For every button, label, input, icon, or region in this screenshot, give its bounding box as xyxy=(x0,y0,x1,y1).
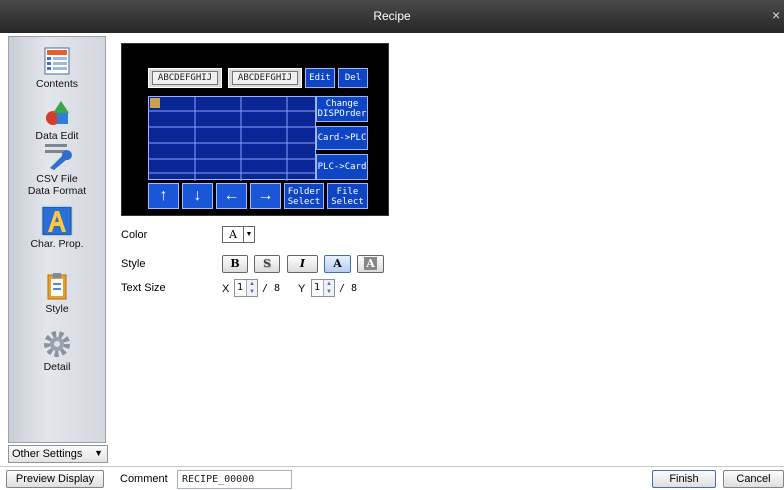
close-icon[interactable]: × xyxy=(772,7,784,23)
sidebar-item-style[interactable]: Style xyxy=(9,272,105,315)
sidebar-item-label: CSV File Data Format xyxy=(27,173,87,197)
shadow-button[interactable]: S xyxy=(254,255,280,273)
size-y-label: Y xyxy=(298,283,306,295)
preview-plc-card-button: PLC->Card xyxy=(316,154,368,180)
style-label: Style xyxy=(121,258,146,270)
recipe-preview: ABCDEFGHIJ ABCDEFGHIJ Edit Del Change DI… xyxy=(121,43,389,216)
size-x-denominator: / 8 xyxy=(262,283,281,294)
data-edit-icon xyxy=(46,101,69,125)
text-size-label: Text Size xyxy=(121,282,166,294)
sidebar-item-contents[interactable]: Contents xyxy=(9,47,105,90)
size-y-stepper[interactable]: 1 ▲ ▼ xyxy=(311,279,335,297)
sidebar-item-data-edit[interactable]: Data Edit xyxy=(9,99,105,142)
preview-table-grid xyxy=(148,96,317,181)
preview-change-order-button: Change DISPOrder xyxy=(316,96,368,122)
wrench-icon xyxy=(45,144,72,170)
color-swatch-button[interactable]: A xyxy=(222,226,244,243)
outline-button[interactable]: A xyxy=(324,255,351,273)
comment-label: Comment xyxy=(120,473,168,485)
bold-button[interactable]: B xyxy=(222,255,248,273)
spin-icon[interactable]: ▲ ▼ xyxy=(323,280,334,296)
size-y-value: 1 xyxy=(314,282,321,293)
sidebar: Contents Data Edit CSV File Data Format xyxy=(8,36,106,443)
sidebar-item-label: Style xyxy=(45,303,69,315)
sidebar-item-label: Char. Prop. xyxy=(30,238,84,250)
raised-text-glyph: A xyxy=(364,257,377,270)
size-x-stepper[interactable]: 1 ▲ ▼ xyxy=(234,279,258,297)
preview-chip-text: ABCDEFGHIJ xyxy=(152,71,218,85)
other-settings-dropdown[interactable]: Other Settings ▼ xyxy=(8,445,108,463)
grid-lines xyxy=(149,97,317,181)
other-settings-label: Other Settings xyxy=(12,448,83,460)
comment-field[interactable]: RECIPE_00000 xyxy=(177,470,292,489)
arrow-down-icon: ↓ xyxy=(182,183,213,209)
chevron-down-icon[interactable]: ▼ xyxy=(244,226,255,243)
preview-text-chip: ABCDEFGHIJ xyxy=(148,68,222,88)
contents-icon xyxy=(44,47,70,75)
preview-file-select-button: File Select xyxy=(327,183,368,209)
title-bar: Recipe × xyxy=(0,0,784,33)
raised-text-button[interactable]: A xyxy=(357,255,384,273)
size-x-value: 1 xyxy=(237,282,244,293)
preview-del-button: Del xyxy=(338,68,368,88)
preview-folder-select-button: Folder Select xyxy=(284,183,324,209)
sidebar-item-label: Data Edit xyxy=(35,130,79,142)
finish-button[interactable]: Finish xyxy=(652,470,716,488)
preview-edit-button: Edit xyxy=(305,68,335,88)
sidebar-item-char-prop[interactable]: Char. Prop. xyxy=(9,207,105,250)
preview-card-plc-button: Card->PLC xyxy=(316,126,368,150)
preview-text-chip: ABCDEFGHIJ xyxy=(228,68,302,88)
sidebar-item-label: Detail xyxy=(43,361,71,373)
bottom-bar: Preview Display Comment RECIPE_00000 Fin… xyxy=(0,466,784,490)
preview-display-button[interactable]: Preview Display xyxy=(6,470,104,488)
clipboard-icon xyxy=(47,273,67,300)
arrow-left-icon: ← xyxy=(216,183,247,209)
cancel-button[interactable]: Cancel xyxy=(723,470,784,488)
size-x-label: X xyxy=(222,283,230,295)
size-y-denominator: / 8 xyxy=(339,283,358,294)
grid-corner-icon xyxy=(150,98,160,108)
recipe-window: Contents Data Edit CSV File Data Format xyxy=(0,33,784,490)
spin-icon[interactable]: ▲ ▼ xyxy=(246,280,257,296)
preview-chip-text: ABCDEFGHIJ xyxy=(232,71,298,85)
chevron-down-icon: ▼ xyxy=(94,448,103,458)
italic-button[interactable]: I xyxy=(287,255,318,273)
color-label: Color xyxy=(121,229,148,241)
window-title: Recipe xyxy=(373,9,411,23)
sidebar-item-csv[interactable]: CSV File Data Format xyxy=(9,142,105,197)
arrow-right-icon: → xyxy=(250,183,281,209)
sidebar-item-detail[interactable]: Detail xyxy=(9,330,105,373)
sidebar-item-label: Contents xyxy=(35,78,79,90)
arrow-up-icon: ↑ xyxy=(148,183,179,209)
gear-icon xyxy=(44,331,70,357)
char-prop-icon xyxy=(42,207,72,235)
